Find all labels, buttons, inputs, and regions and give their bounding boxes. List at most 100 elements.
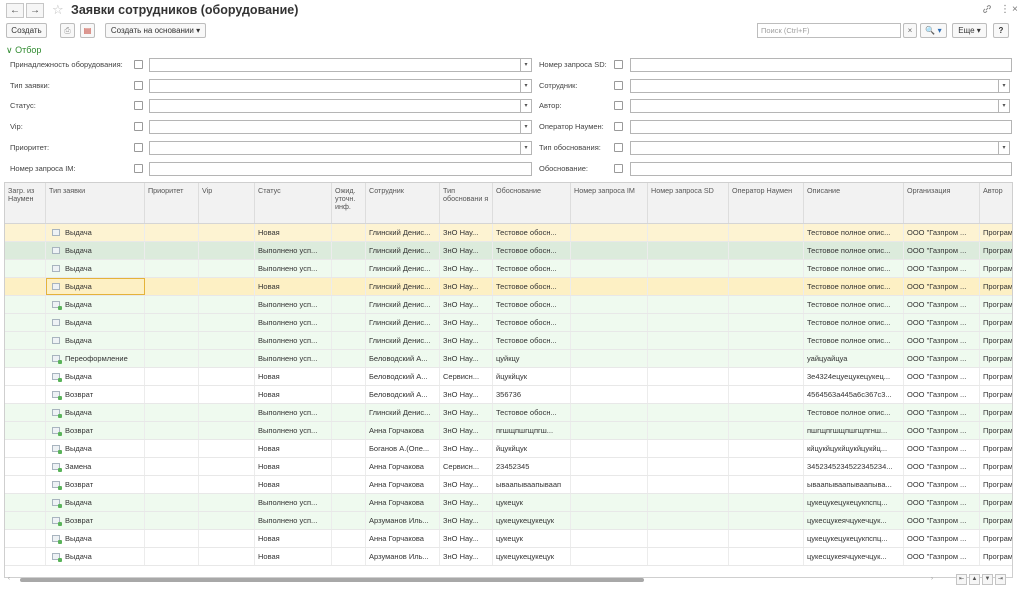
cell-desc[interactable]: цукецукецукецукпспц...: [804, 530, 904, 547]
cell-reason[interactable]: 23452345: [493, 458, 571, 475]
cell-employee[interactable]: Анна Горчакова: [366, 458, 440, 475]
cell-empty[interactable]: [729, 368, 804, 385]
cell-author[interactable]: Програм: [980, 332, 1012, 349]
cell-empty[interactable]: [199, 512, 255, 529]
cell-org[interactable]: ООО "Газпром ...: [904, 332, 980, 349]
cell-reason[interactable]: 356736: [493, 386, 571, 403]
cell-empty[interactable]: [571, 260, 648, 277]
cell-reason_type[interactable]: ЗнО Нау...: [440, 332, 493, 349]
cell-empty[interactable]: [332, 404, 366, 421]
cell-reason[interactable]: Тестовое обосн...: [493, 278, 571, 295]
cell-empty[interactable]: [648, 296, 729, 313]
cell-author[interactable]: Програм: [980, 386, 1012, 403]
filter-checkbox-left-1[interactable]: [134, 81, 143, 90]
cell-reason_type[interactable]: ЗнО Нау...: [440, 350, 493, 367]
table-row[interactable]: Выдача Выполнено усп... Глинский Денис... З…: [5, 242, 1012, 260]
cell-request-type[interactable]: Выдача: [46, 368, 145, 385]
table-row[interactable]: Выдача Новая Боганов А.(Опе... ЗнО Нау... йц…: [5, 440, 1012, 458]
cell-empty[interactable]: [145, 458, 199, 475]
cell-empty[interactable]: [729, 458, 804, 475]
filter-checkbox-right-4[interactable]: [614, 143, 623, 152]
cell-status[interactable]: Новая: [255, 440, 332, 457]
cell-request-type[interactable]: Замена: [46, 458, 145, 475]
cell-reason[interactable]: цукецукецукецук: [493, 512, 571, 529]
filter-input-right-1[interactable]: [630, 79, 999, 93]
cell-org[interactable]: ООО "Газпром ...: [904, 278, 980, 295]
scroll-left-icon[interactable]: ‹: [8, 576, 10, 582]
cell-author[interactable]: Програм: [980, 494, 1012, 511]
cell-empty[interactable]: [648, 548, 729, 565]
cell-empty[interactable]: [571, 386, 648, 403]
search-button[interactable]: 🔍 ▾: [920, 23, 947, 38]
cell-reason[interactable]: цуйкцу: [493, 350, 571, 367]
table-row[interactable]: Выдача Новая Глинский Денис... ЗнО Нау... Те…: [5, 278, 1012, 296]
cell-author[interactable]: Програм: [980, 224, 1012, 241]
cell-empty[interactable]: [145, 404, 199, 421]
cell-empty[interactable]: [5, 332, 46, 349]
table-row[interactable]: Выдача Новая Беловодский А... Сервисн... йцу…: [5, 368, 1012, 386]
cell-empty[interactable]: [729, 440, 804, 457]
cell-org[interactable]: ООО "Газпром ...: [904, 296, 980, 313]
help-button[interactable]: ?: [993, 23, 1009, 38]
cell-empty[interactable]: [332, 422, 366, 439]
cell-empty[interactable]: [199, 494, 255, 511]
filter-dropdown-left-4[interactable]: ▾: [521, 141, 532, 155]
cell-employee[interactable]: Глинский Денис...: [366, 278, 440, 295]
column-header-12[interactable]: Описание: [804, 183, 904, 223]
cell-employee[interactable]: Глинский Денис...: [366, 224, 440, 241]
cell-empty[interactable]: [145, 494, 199, 511]
cell-author[interactable]: Програм: [980, 530, 1012, 547]
cell-org[interactable]: ООО "Газпром ...: [904, 242, 980, 259]
cell-empty[interactable]: [648, 260, 729, 277]
cell-status[interactable]: Выполнено усп...: [255, 296, 332, 313]
cell-author[interactable]: Програм: [980, 440, 1012, 457]
filter-checkbox-right-3[interactable]: [614, 122, 623, 131]
cell-desc[interactable]: 4564563а445а6с367с3...: [804, 386, 904, 403]
cell-empty[interactable]: [145, 548, 199, 565]
filter-input-right-4[interactable]: [630, 141, 999, 155]
cell-desc[interactable]: Тестовое полное опис...: [804, 404, 904, 421]
table-row[interactable]: Выдача Выполнено усп... Анна Горчакова ЗнО …: [5, 494, 1012, 512]
cell-empty[interactable]: [5, 314, 46, 331]
cell-empty[interactable]: [571, 368, 648, 385]
cell-empty[interactable]: [145, 332, 199, 349]
cell-status[interactable]: Новая: [255, 530, 332, 547]
cell-status[interactable]: Новая: [255, 458, 332, 475]
cell-employee[interactable]: Глинский Денис...: [366, 314, 440, 331]
cell-request-type[interactable]: Выдача: [46, 224, 145, 241]
cell-reason_type[interactable]: ЗнО Нау...: [440, 440, 493, 457]
cell-reason[interactable]: Тестовое обосн...: [493, 296, 571, 313]
cell-employee[interactable]: Глинский Денис...: [366, 260, 440, 277]
cell-empty[interactable]: [332, 530, 366, 547]
table-row[interactable]: Возврат Новая Беловодский А... ЗнО Нау... 35…: [5, 386, 1012, 404]
column-header-10[interactable]: Номер запроса SD: [648, 183, 729, 223]
cell-reason_type[interactable]: ЗнО Нау...: [440, 548, 493, 565]
cell-desc[interactable]: цукесцукеячцукечцук...: [804, 512, 904, 529]
cell-reason[interactable]: Тестовое обосн...: [493, 314, 571, 331]
search-input[interactable]: Поиск (Ctrl+F): [757, 23, 901, 38]
cell-empty[interactable]: [332, 548, 366, 565]
cell-employee[interactable]: Глинский Денис...: [366, 242, 440, 259]
cell-author[interactable]: Програм: [980, 350, 1012, 367]
cell-empty[interactable]: [5, 368, 46, 385]
cell-empty[interactable]: [5, 548, 46, 565]
cell-empty[interactable]: [729, 548, 804, 565]
cell-reason[interactable]: йцукйцук: [493, 440, 571, 457]
cell-desc[interactable]: 3452345234522345234...: [804, 458, 904, 475]
cell-reason[interactable]: пгшщпшгщпгш...: [493, 422, 571, 439]
cell-empty[interactable]: [199, 278, 255, 295]
cell-desc[interactable]: Тестовое полное опис...: [804, 332, 904, 349]
cell-empty[interactable]: [199, 314, 255, 331]
cell-empty[interactable]: [145, 386, 199, 403]
cell-empty[interactable]: [332, 224, 366, 241]
cell-empty[interactable]: [571, 242, 648, 259]
cell-empty[interactable]: [571, 404, 648, 421]
cell-empty[interactable]: [332, 278, 366, 295]
cell-empty[interactable]: [648, 350, 729, 367]
column-header-4[interactable]: Статус: [255, 183, 332, 223]
table-row[interactable]: Возврат Выполнено усп... Анна Горчакова ЗнО…: [5, 422, 1012, 440]
cell-empty[interactable]: [571, 278, 648, 295]
cell-reason[interactable]: цукецук: [493, 494, 571, 511]
cell-author[interactable]: Програм: [980, 548, 1012, 565]
cell-desc[interactable]: цукецукецукецукпспц...: [804, 494, 904, 511]
